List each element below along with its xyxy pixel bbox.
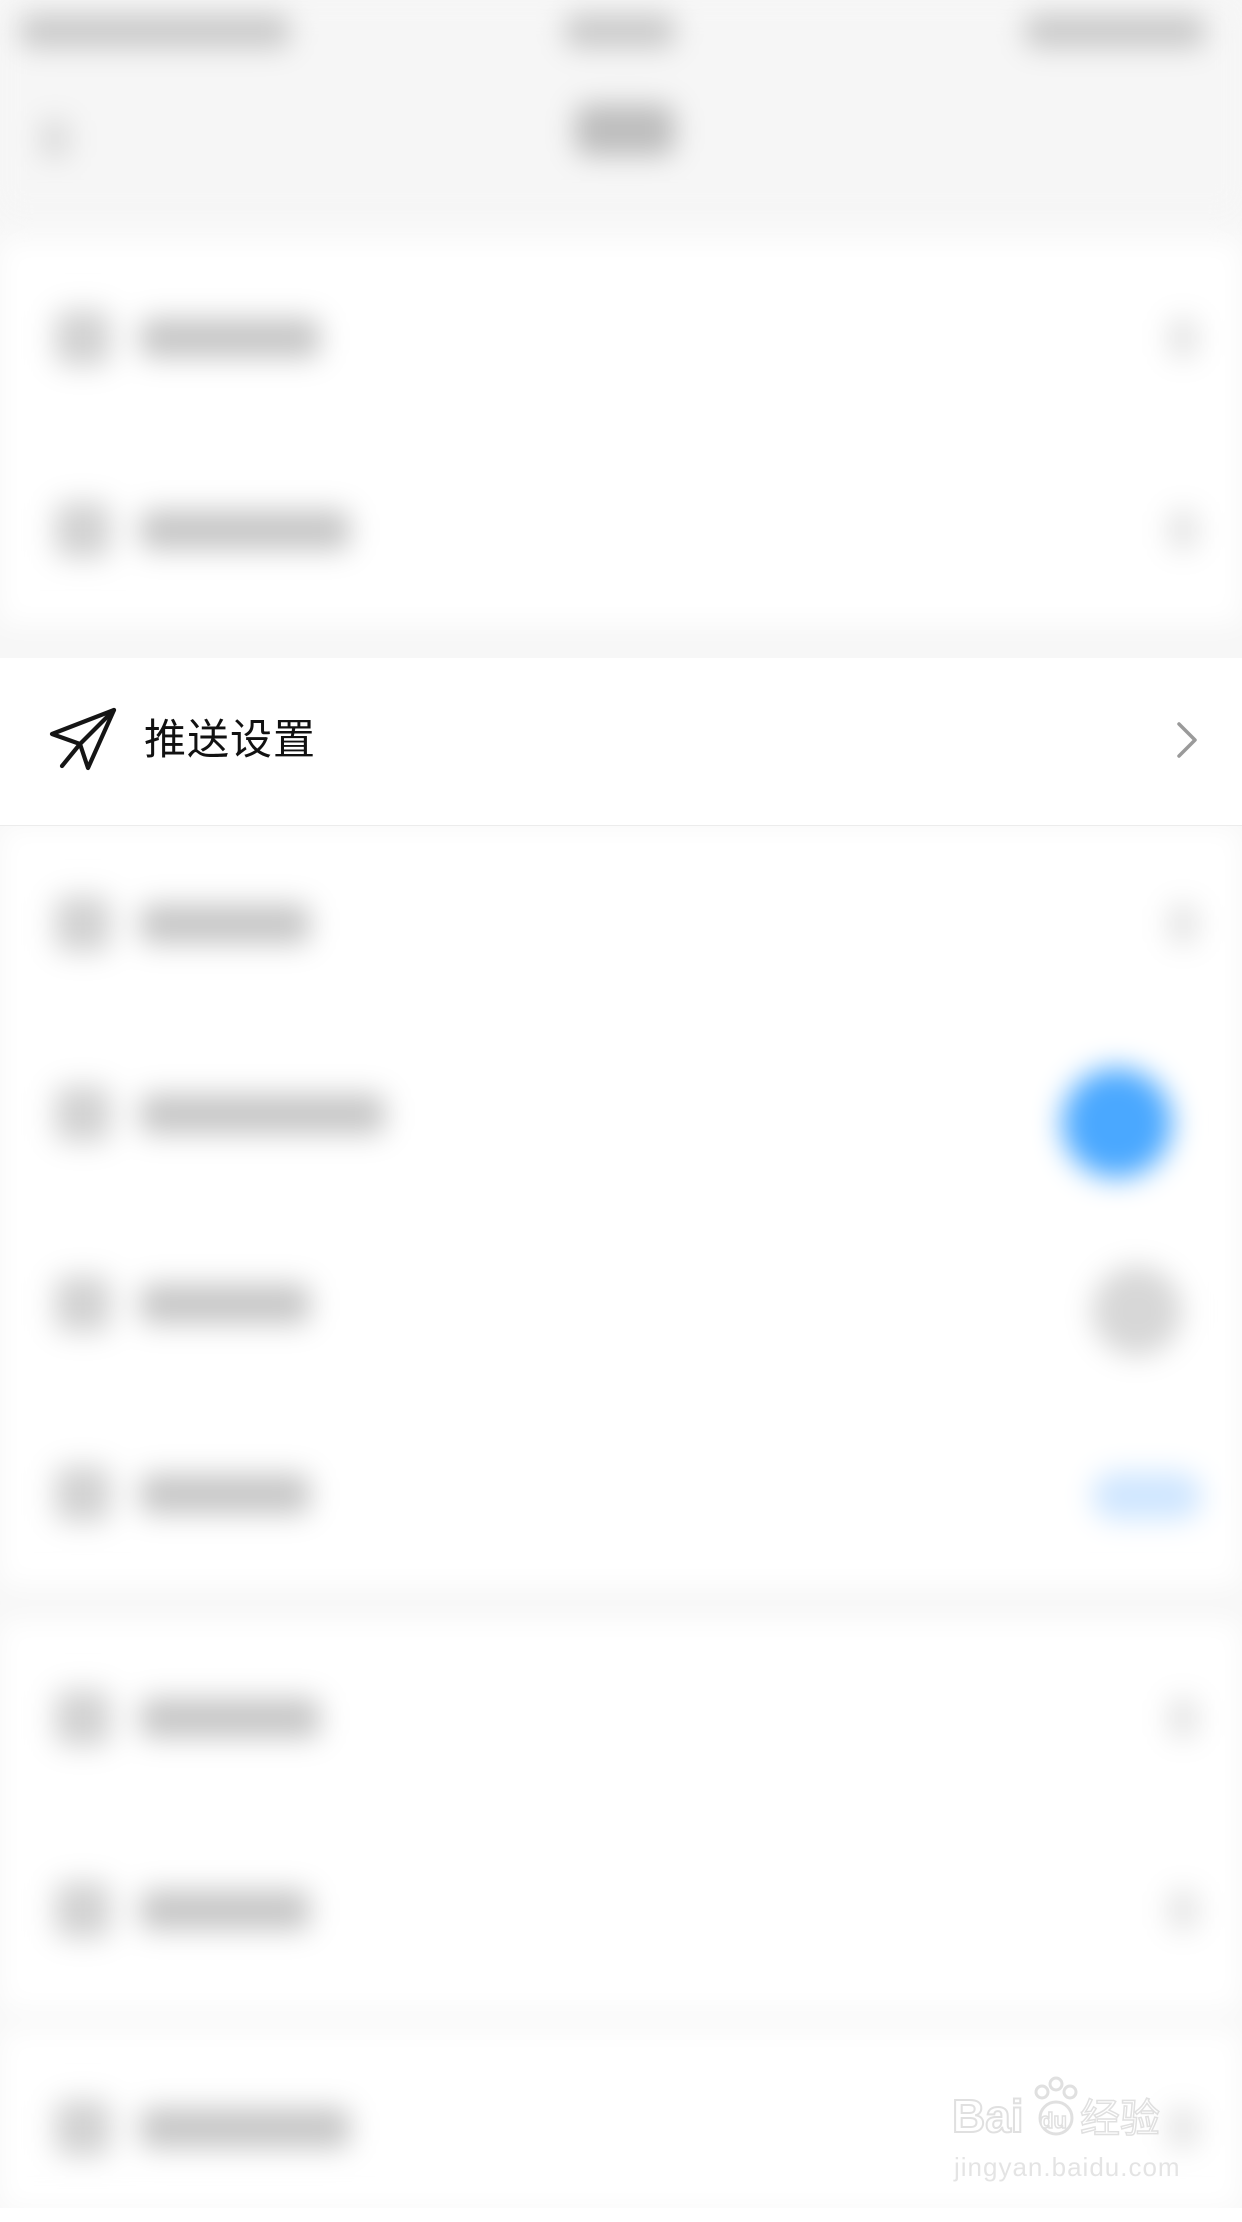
svg-text:du: du (1040, 2108, 1067, 2133)
chevron-right-icon (1177, 722, 1197, 758)
status-bar (0, 0, 1242, 64)
settings-screen: 推送设置 Bai du 经验 jingyan.baidu.com (0, 0, 1242, 2210)
baidu-logo: Bai du 经验 (951, 2076, 1161, 2143)
watermark-url: jingyan.baidu.com (954, 2152, 1181, 2182)
blurred-background (0, 0, 1242, 2210)
paper-plane-icon (49, 707, 117, 771)
svg-text:经验: 经验 (1080, 2096, 1160, 2142)
baidu-jingyan-watermark: Bai du 经验 jingyan.baidu.com (950, 2070, 1190, 2190)
push-settings-row[interactable]: 推送设置 (0, 658, 1242, 826)
baidu-brand: Bai (952, 2090, 1024, 2142)
navigation-bar (0, 64, 1242, 214)
push-settings-label: 推送设置 (144, 715, 317, 764)
